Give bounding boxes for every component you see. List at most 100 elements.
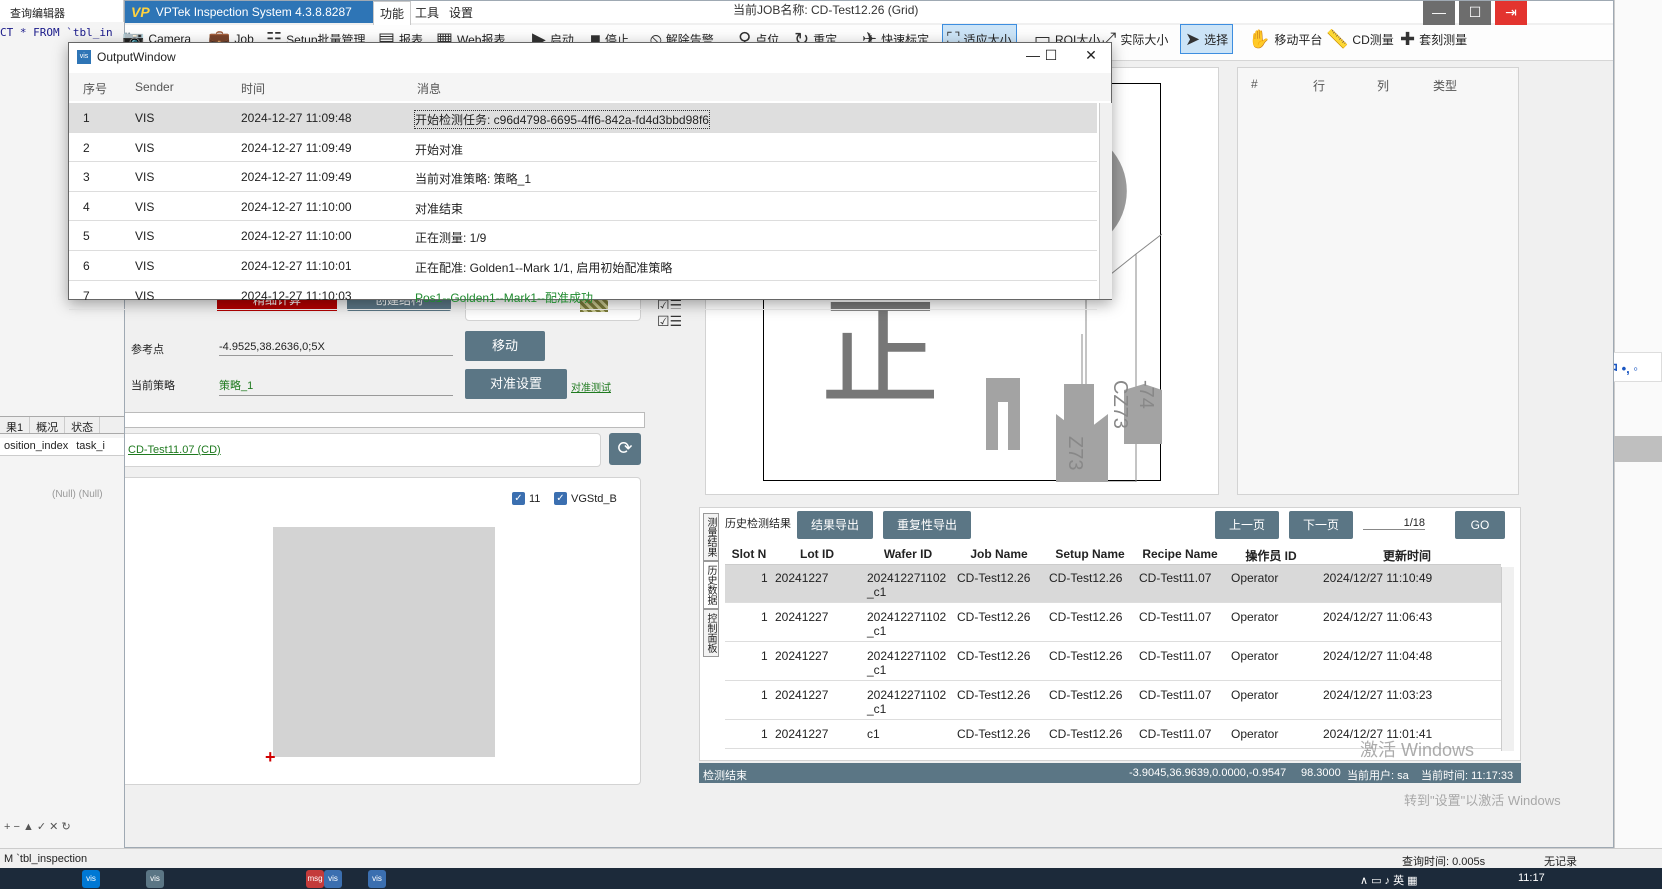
col-recipe-name[interactable]: Recipe Name bbox=[1135, 547, 1225, 561]
move-button[interactable]: 移动 bbox=[465, 331, 545, 361]
cell-slot: 1 bbox=[761, 610, 768, 624]
toolbar-button-15[interactable]: ✋ 移动平台 bbox=[1244, 24, 1326, 54]
page-input[interactable]: 1/18 bbox=[1363, 517, 1425, 530]
cell-wafer: 202412271102 bbox=[867, 649, 947, 663]
next-page-button[interactable]: 下一页 bbox=[1289, 511, 1353, 539]
query-editor-tab[interactable]: 查询编辑器 bbox=[0, 0, 124, 22]
col-operator-id[interactable]: 操作员 ID bbox=[1225, 547, 1317, 564]
tab-measure-result[interactable]: 测量结果 bbox=[703, 513, 719, 561]
taskbar-app-icon[interactable]: vis bbox=[324, 870, 342, 888]
defect-col-row[interactable]: 行 bbox=[1313, 77, 1325, 94]
output-cell-idx: 7 bbox=[83, 288, 90, 303]
menu-tools[interactable]: 工具 bbox=[415, 4, 439, 21]
table-row[interactable]: 1 20241227 202412271102 _c1 CD-Test12.26… bbox=[725, 604, 1501, 642]
cell-slot: 1 bbox=[761, 571, 768, 585]
svg-text:Z73: Z73 bbox=[1064, 436, 1086, 470]
cell-time: 2024/12/27 11:10:49 bbox=[1323, 571, 1433, 585]
output-row[interactable]: 4 VIS 2024-12-27 11:10:00 对准结束 bbox=[69, 192, 1097, 222]
toolbar-button-16[interactable]: 📏 CD测量 bbox=[1322, 24, 1398, 54]
refresh-gear-icon[interactable]: ⟳ bbox=[609, 433, 641, 465]
col-sender[interactable]: Sender bbox=[135, 80, 174, 94]
taskbar-app-icon[interactable]: vis bbox=[82, 870, 100, 888]
system-tray[interactable]: ∧ ▭ ♪ 英 ▦ bbox=[1360, 872, 1418, 888]
cell-job: CD-Test12.26 bbox=[957, 649, 1031, 663]
col-wafer-id[interactable]: Wafer ID bbox=[863, 547, 953, 561]
cell-wafer-suffix: _c1 bbox=[867, 702, 887, 716]
tab-overview[interactable]: 概况 bbox=[30, 417, 66, 434]
output-row[interactable]: 5 VIS 2024-12-27 11:10:00 正在测量: 1/9 bbox=[69, 221, 1097, 251]
cell-time: 2024/12/27 11:03:23 bbox=[1323, 688, 1433, 702]
taskbar-app-icon[interactable]: msg bbox=[306, 870, 324, 888]
activate-windows-watermark: 激活 Windows bbox=[1360, 740, 1475, 760]
output-cell-msg: Pos1--Golden1--Mark1--配准成功 bbox=[415, 290, 594, 305]
col-job-name[interactable]: Job Name bbox=[953, 547, 1045, 561]
cell-job: CD-Test12.26 bbox=[957, 610, 1031, 624]
close-icon[interactable]: ✕ bbox=[1071, 47, 1111, 64]
prev-page-button[interactable]: 上一页 bbox=[1215, 511, 1279, 539]
cell-wafer-suffix: _c1 bbox=[867, 663, 887, 677]
col-message[interactable]: 消息 bbox=[417, 80, 441, 97]
results-scrollbar[interactable] bbox=[1501, 567, 1514, 751]
query-editor-title: 查询编辑器 bbox=[10, 8, 65, 20]
output-row[interactable]: 3 VIS 2024-12-27 11:09:49 当前对准策略: 策略_1 bbox=[69, 162, 1097, 192]
col-position-index[interactable]: osition_index bbox=[0, 438, 72, 455]
horizontal-scrollbar[interactable] bbox=[125, 412, 645, 428]
status-query: M `tbl_inspection bbox=[4, 853, 88, 865]
checkbox-vgstd[interactable]: ✓ VGStd_B bbox=[554, 492, 617, 505]
defect-table bbox=[1237, 67, 1519, 495]
job-link[interactable]: CD-Test11.07 (CD) bbox=[128, 444, 221, 456]
toolbar-button-14[interactable]: ➤ 选择 bbox=[1180, 24, 1234, 54]
col-setup-name[interactable]: Setup Name bbox=[1045, 547, 1135, 561]
checkbox-11[interactable]: ✓ 11 bbox=[512, 492, 540, 505]
defect-col-index[interactable]: # bbox=[1251, 77, 1258, 91]
col-slot[interactable]: Slot N bbox=[727, 547, 771, 561]
output-window-titlebar[interactable]: vis OutputWindow — ☐ ✕ bbox=[69, 43, 1111, 71]
sql-code[interactable]: CT * FROM `tbl_in bbox=[0, 26, 124, 39]
export-results-button[interactable]: 结果导出 bbox=[797, 511, 873, 539]
menu-function[interactable]: 功能 bbox=[373, 1, 412, 25]
go-button[interactable]: GO bbox=[1455, 511, 1505, 539]
output-row[interactable]: 6 VIS 2024-12-27 11:10:01 正在配准: Golden1--Ma… bbox=[69, 251, 1097, 281]
col-task-id[interactable]: task_i bbox=[72, 438, 109, 455]
defect-col-type[interactable]: 类型 bbox=[1433, 77, 1457, 94]
grid-toolbar[interactable]: + − ▲ ✓ ✕ ↻ bbox=[4, 820, 71, 833]
output-cell-idx: 6 bbox=[83, 259, 90, 273]
align-test-link[interactable]: 对准测试 bbox=[571, 379, 611, 394]
col-lot-id[interactable]: Lot ID bbox=[771, 547, 863, 561]
checkbox-checked-icon: ✓ bbox=[554, 492, 567, 505]
strategy-field[interactable]: 策略_1 bbox=[219, 377, 453, 396]
tab-status[interactable]: 状态 bbox=[65, 417, 101, 434]
table-row[interactable]: 1 20241227 202412271102 _c1 CD-Test12.26… bbox=[725, 643, 1501, 681]
taskbar-app-icon[interactable]: vis bbox=[368, 870, 386, 888]
query-time: 查询时间: 0.005s bbox=[1402, 856, 1486, 868]
repeat-export-button[interactable]: 重复性导出 bbox=[883, 511, 971, 539]
minimize-button[interactable]: — bbox=[1423, 1, 1455, 25]
tab-result[interactable]: 果1 bbox=[0, 417, 31, 434]
output-row[interactable]: 2 VIS 2024-12-27 11:09:49 开始对准 bbox=[69, 133, 1097, 163]
ref-point-field[interactable]: -4.9525,38.2636,0;5X bbox=[219, 341, 453, 356]
align-settings-button[interactable]: 对准设置 bbox=[465, 369, 567, 399]
table-row[interactable]: 1 20241227 202412271102 _c1 CD-Test12.26… bbox=[725, 565, 1501, 603]
table-row[interactable]: 1 20241227 202412271102 _c1 CD-Test12.26… bbox=[725, 682, 1501, 720]
taskbar-app-icon[interactable]: vis bbox=[146, 870, 164, 888]
output-row[interactable]: 7 VIS 2024-12-27 11:10:03 Pos1--Golden1--Ma… bbox=[69, 281, 1097, 311]
col-update-time[interactable]: 更新时间 bbox=[1317, 547, 1497, 564]
exit-button[interactable]: ⇥ bbox=[1495, 1, 1527, 25]
tab-history-data[interactable]: 历史数据 bbox=[703, 561, 719, 609]
output-scrollbar[interactable] bbox=[1099, 103, 1112, 299]
col-time[interactable]: 时间 bbox=[241, 80, 265, 97]
cursor-icon: ➤ bbox=[1185, 28, 1201, 49]
output-window-header: 序号 Sender 时间 消息 bbox=[69, 73, 1111, 101]
defect-col-col[interactable]: 列 bbox=[1377, 77, 1389, 94]
tab-control-panel[interactable]: 控制面板 bbox=[703, 609, 719, 657]
output-cell-idx: 1 bbox=[83, 111, 90, 125]
output-row[interactable]: 1 VIS 2024-12-27 11:09:48 开始检测任务: c96d4798-… bbox=[69, 103, 1097, 133]
cell-lot: 20241227 bbox=[775, 649, 829, 663]
output-cell-sender: VIS bbox=[135, 288, 155, 303]
menu-settings[interactable]: 设置 bbox=[449, 4, 473, 21]
col-index[interactable]: 序号 bbox=[83, 80, 107, 97]
cell-wafer-suffix: _c1 bbox=[867, 624, 887, 638]
toolbar-button-17[interactable]: ✚ 套刻测量 bbox=[1396, 24, 1471, 54]
maximize-icon[interactable]: ☐ bbox=[1031, 47, 1071, 64]
maximize-button[interactable]: ☐ bbox=[1459, 1, 1491, 25]
